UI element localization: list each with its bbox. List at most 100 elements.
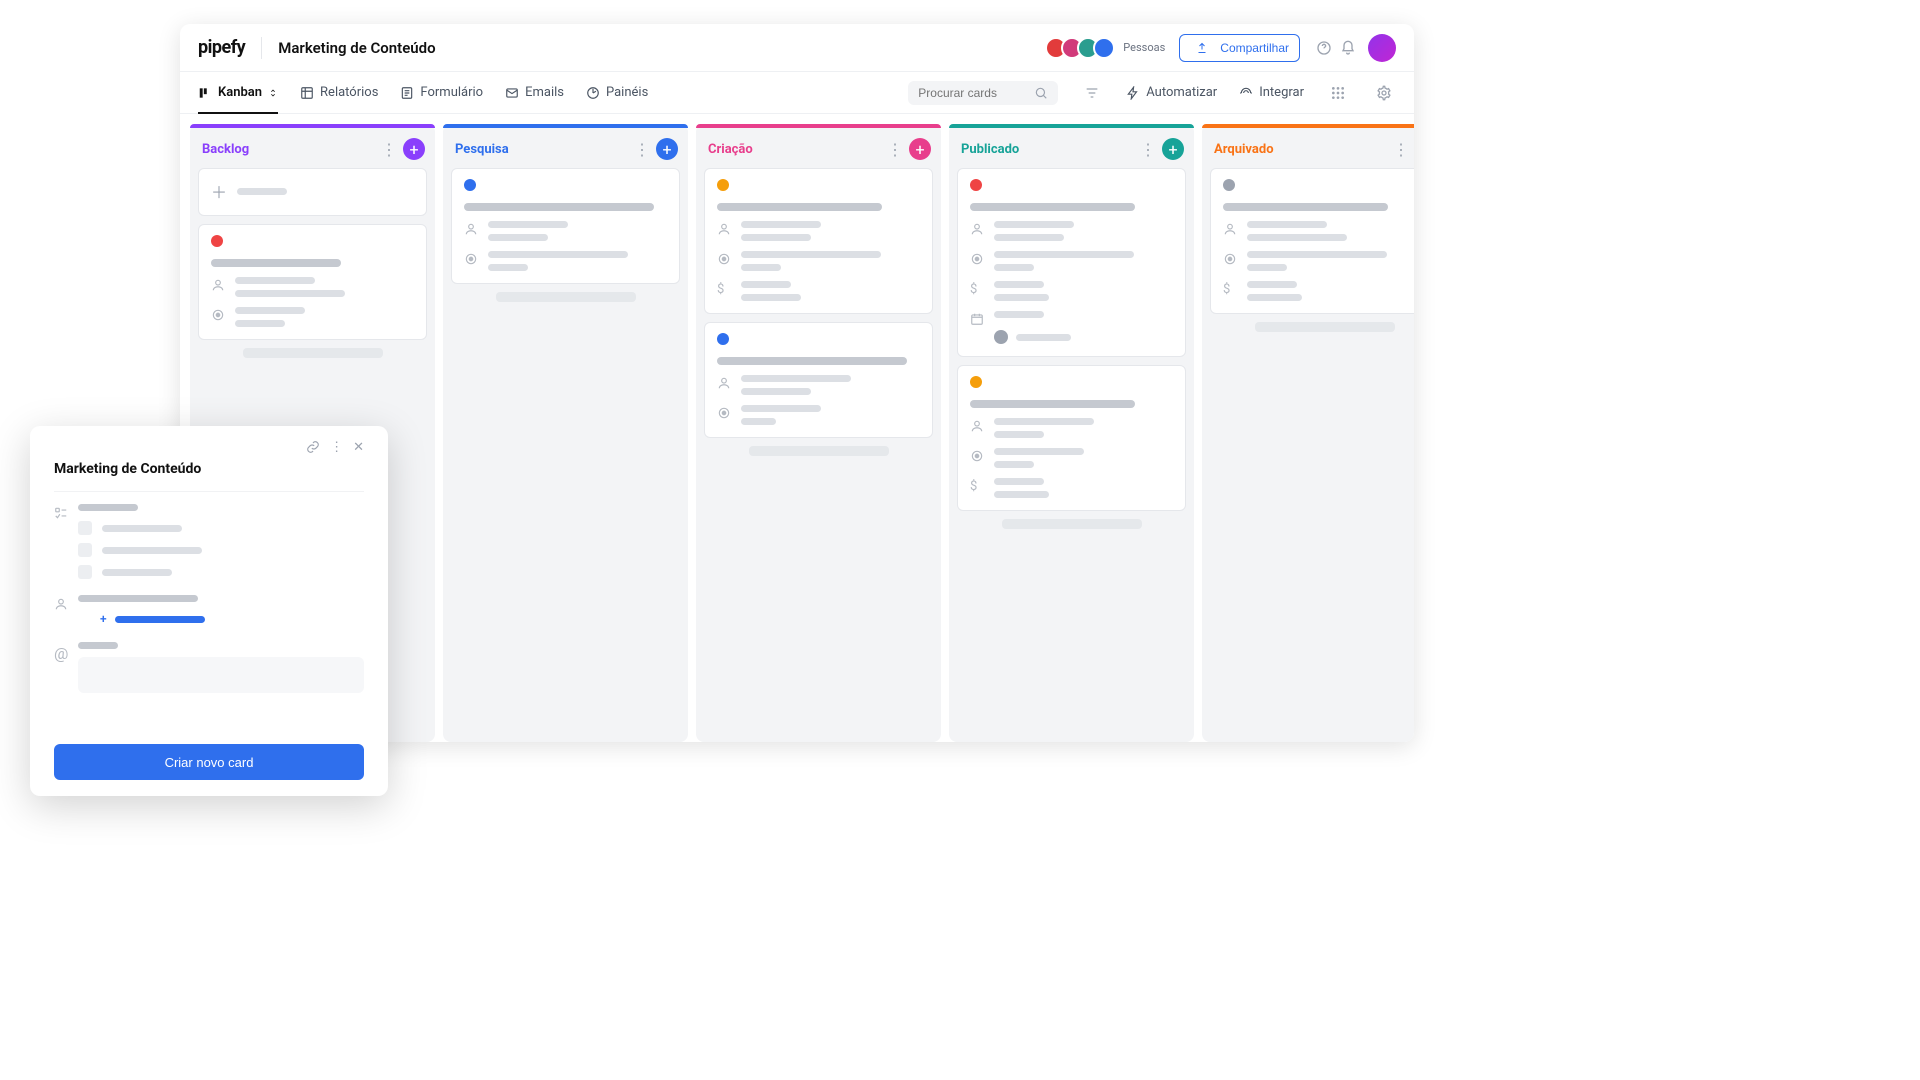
tab-label: Kanban <box>218 85 262 100</box>
card[interactable]: $ <box>1210 168 1414 314</box>
create-card-button[interactable]: Criar novo card <box>54 744 364 780</box>
radio-icon <box>211 308 225 322</box>
calendar-icon <box>970 312 984 326</box>
dollar-icon: $ <box>970 479 984 493</box>
integrate-icon <box>1239 86 1253 100</box>
tab-emails[interactable]: Emails <box>505 72 564 113</box>
link-icon[interactable] <box>306 440 320 455</box>
user-icon <box>717 376 731 390</box>
toolbar: Kanban Relatórios Formulário Emails Pain… <box>180 72 1414 114</box>
radio-icon <box>717 406 731 420</box>
share-button[interactable]: Compartilhar <box>1179 34 1300 62</box>
gear-icon[interactable] <box>1376 85 1392 101</box>
status-dot <box>717 333 729 345</box>
radio-icon <box>464 252 478 266</box>
status-dot <box>970 376 982 388</box>
status-dot <box>717 179 729 191</box>
automate-button[interactable]: Automatizar <box>1126 85 1217 100</box>
column-menu-icon[interactable]: ⋮ <box>1134 140 1162 159</box>
header-divider <box>261 37 262 59</box>
tab-label: Emails <box>525 85 564 100</box>
email-icon <box>505 86 519 100</box>
column-add-button[interactable]: + <box>656 138 678 160</box>
bell-icon[interactable] <box>1340 40 1356 56</box>
text-field[interactable] <box>78 657 364 693</box>
checkbox[interactable] <box>78 565 92 579</box>
integrate-button[interactable]: Integrar <box>1239 85 1304 100</box>
card[interactable] <box>451 168 680 284</box>
column-add-button[interactable]: + <box>909 138 931 160</box>
share-icon <box>1194 40 1210 56</box>
card[interactable]: $ <box>704 168 933 314</box>
status-dot <box>211 235 223 247</box>
filter-icon[interactable] <box>1084 85 1100 101</box>
share-button-label: Compartilhar <box>1220 41 1289 55</box>
profile-avatar[interactable] <box>1368 34 1396 62</box>
avatar-stack[interactable] <box>1051 37 1115 59</box>
column-add-button[interactable]: + <box>1162 138 1184 160</box>
status-dot <box>970 179 982 191</box>
search-box[interactable] <box>908 81 1058 105</box>
column-menu-icon[interactable]: ⋮ <box>628 140 656 159</box>
help-icon[interactable] <box>1316 40 1332 56</box>
column-criacao: Criação ⋮ + $ <box>696 124 941 742</box>
checklist-icon <box>54 506 68 520</box>
tab-kanban[interactable]: Kanban <box>198 72 278 113</box>
user-icon <box>54 597 68 611</box>
people-link[interactable]: Pessoas <box>1123 41 1165 54</box>
column-pesquisa: Pesquisa ⋮ + <box>443 124 688 742</box>
card[interactable]: $ <box>957 168 1186 357</box>
user-icon <box>211 278 225 292</box>
more-options-icon[interactable]: ⋮ <box>330 440 343 455</box>
column-add-button[interactable]: + <box>403 138 425 160</box>
column-title: Pesquisa <box>455 142 628 157</box>
dollar-icon: $ <box>970 282 984 296</box>
header-bar: pipefy Marketing de Conteúdo Pessoas Com… <box>180 24 1414 72</box>
tab-label: Formulário <box>420 85 483 100</box>
radio-icon <box>1223 252 1237 266</box>
member-avatar[interactable] <box>1093 37 1115 59</box>
column-menu-icon[interactable]: ⋮ <box>375 140 403 159</box>
close-icon[interactable]: ✕ <box>353 440 364 455</box>
automate-icon <box>1126 86 1140 100</box>
column-title: Publicado <box>961 142 1134 157</box>
radio-icon <box>970 252 984 266</box>
add-assignee-button[interactable]: + <box>100 612 364 626</box>
form-icon <box>400 86 414 100</box>
card[interactable] <box>704 322 933 438</box>
user-icon <box>464 222 478 236</box>
kanban-icon <box>198 86 212 100</box>
plus-icon: ＋ <box>211 179 227 203</box>
card[interactable]: $ <box>957 365 1186 511</box>
tab-label: Painéis <box>606 85 648 100</box>
column-menu-icon[interactable]: ⋮ <box>881 140 909 159</box>
search-input[interactable] <box>918 86 1026 100</box>
tab-reports[interactable]: Relatórios <box>300 72 378 113</box>
apps-icon[interactable] <box>1330 85 1346 101</box>
new-card-placeholder[interactable]: ＋ <box>198 168 427 216</box>
card[interactable] <box>198 224 427 340</box>
dollar-icon: $ <box>717 282 731 296</box>
dollar-icon: $ <box>1223 282 1237 296</box>
tab-form[interactable]: Formulário <box>400 72 483 113</box>
form-title: Marketing de Conteúdo <box>54 455 364 492</box>
checkbox[interactable] <box>78 543 92 557</box>
checkbox[interactable] <box>78 521 92 535</box>
radio-icon <box>717 252 731 266</box>
card-placeholder-ghost <box>1002 519 1142 529</box>
user-icon <box>717 222 731 236</box>
logo: pipefy <box>198 37 245 58</box>
card-placeholder-ghost <box>749 446 889 456</box>
column-menu-icon[interactable]: ⋮ <box>1387 140 1414 159</box>
create-card-panel: ⋮ ✕ Marketing de Conteúdo + @ <box>30 426 388 796</box>
mention-icon: @ <box>54 644 68 658</box>
user-icon <box>970 419 984 433</box>
tab-dashboards[interactable]: Painéis <box>586 72 648 113</box>
automate-label: Automatizar <box>1146 85 1217 100</box>
card-placeholder-ghost <box>496 292 636 302</box>
plus-icon: + <box>100 612 107 626</box>
status-dot <box>1223 179 1235 191</box>
card-placeholder-ghost <box>243 348 383 358</box>
column-title: Backlog <box>202 142 375 157</box>
column-publicado: Publicado ⋮ + $ <box>949 124 1194 742</box>
